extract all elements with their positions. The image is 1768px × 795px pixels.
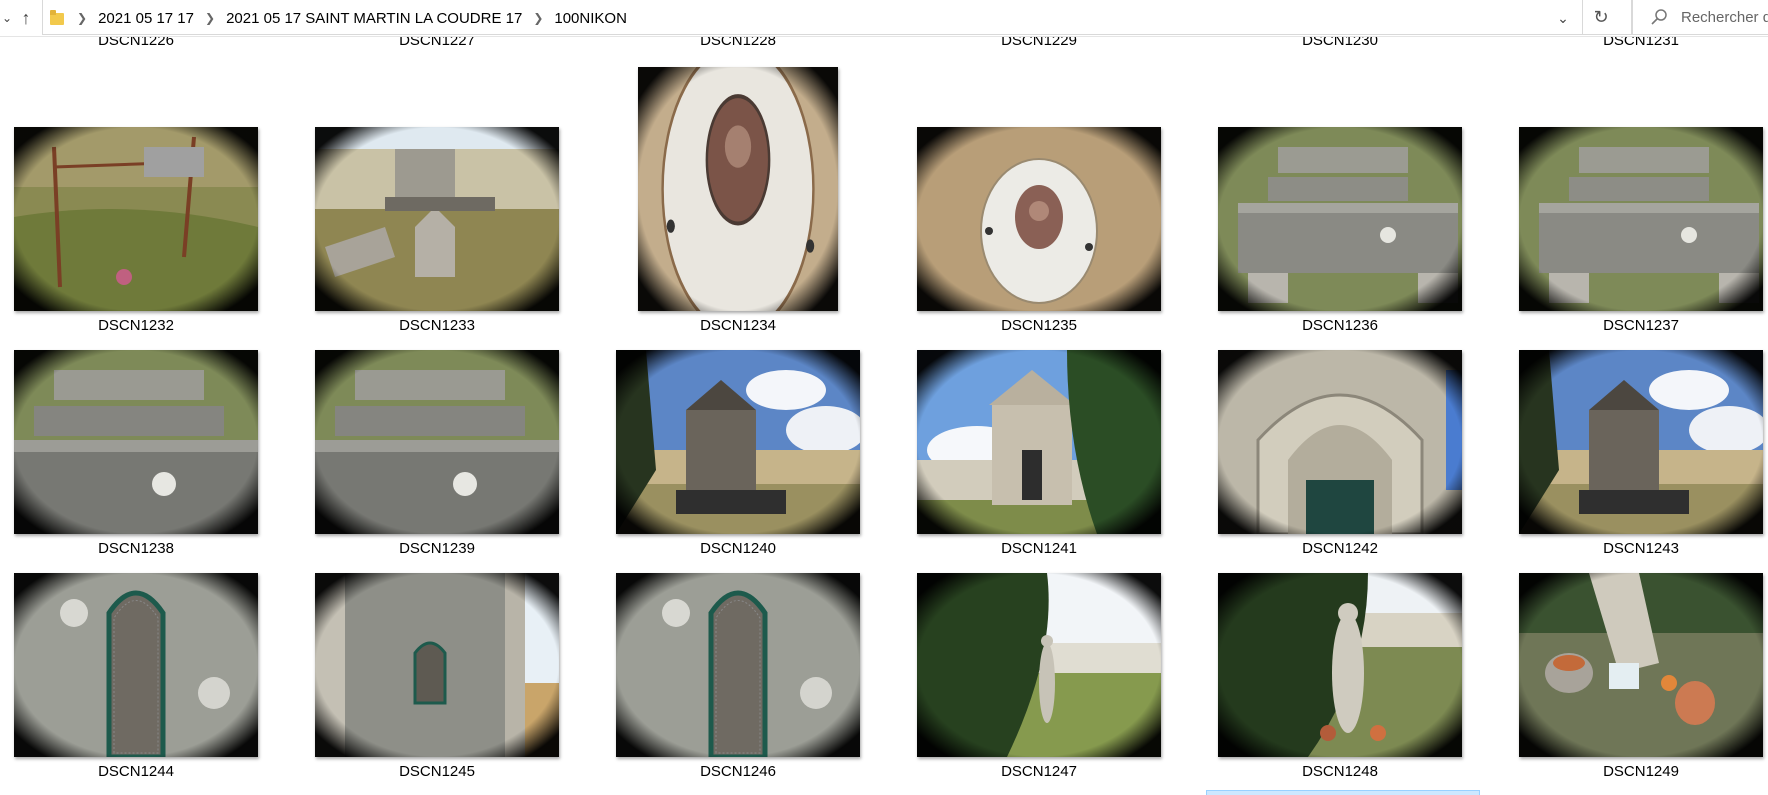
search-input[interactable] <box>1681 8 1768 26</box>
file-item[interactable]: DSCN1233 <box>315 127 575 343</box>
file-label[interactable]: DSCN1232 <box>14 317 258 334</box>
file-item[interactable]: DSCN1248 <box>1218 573 1478 789</box>
photo-thumbnail[interactable] <box>917 127 1161 311</box>
file-label[interactable]: DSCN1247 <box>917 763 1161 780</box>
folder-icon <box>50 10 64 26</box>
file-label: DSCN1226 <box>98 36 174 48</box>
file-item[interactable]: DSCN1235 <box>917 127 1177 343</box>
file-label[interactable]: DSCN1234 <box>616 317 860 334</box>
chevron-right-icon[interactable]: ❯ <box>77 11 87 25</box>
file-label[interactable]: DSCN1240 <box>616 540 860 557</box>
file-item[interactable]: DSCN1240 <box>616 350 876 566</box>
file-item[interactable]: DSCN1242 <box>1218 350 1478 566</box>
file-grid: DSCN1226 DSCN1227 DSCN1228 DSCN1229 DSCN1230… <box>0 36 1768 795</box>
breadcrumb-segment-date[interactable]: 2021 05 17 17 <box>96 10 196 27</box>
file-item[interactable]: DSCN1249 <box>1519 573 1768 789</box>
photo-thumbnail[interactable] <box>1519 350 1763 534</box>
file-item[interactable]: DSCN1239 <box>315 350 575 566</box>
chevron-right-icon[interactable]: ❯ <box>533 11 543 25</box>
file-label: DSCN1230 <box>1302 36 1378 48</box>
photo-thumbnail[interactable] <box>917 350 1161 534</box>
chevron-right-icon[interactable]: ❯ <box>205 11 215 25</box>
photo-thumbnail[interactable] <box>1519 573 1763 757</box>
file-item[interactable]: DSCN1234 <box>616 67 876 343</box>
selected-item-highlight[interactable] <box>1206 790 1480 795</box>
file-label[interactable]: DSCN1243 <box>1519 540 1763 557</box>
file-item[interactable]: DSCN1237 <box>1519 127 1768 343</box>
file-label: DSCN1229 <box>1001 36 1077 48</box>
breadcrumb-segment-folder[interactable]: 100NIKON <box>552 10 629 27</box>
refresh-icon[interactable]: ↻ <box>1582 0 1619 35</box>
photo-thumbnail[interactable] <box>1218 350 1462 534</box>
photo-thumbnail[interactable] <box>616 350 860 534</box>
breadcrumb: ❯ 2021 05 17 17 ❯ 2021 05 17 SAINT MARTI… <box>50 0 629 36</box>
photo-thumbnail[interactable] <box>315 350 559 534</box>
file-label[interactable]: DSCN1241 <box>917 540 1161 557</box>
file-label[interactable]: DSCN1248 <box>1218 763 1462 780</box>
address-dropdown-chevron-icon[interactable]: ⌄ <box>1548 0 1578 36</box>
photo-thumbnail[interactable] <box>14 573 258 757</box>
photo-thumbnail[interactable] <box>1218 127 1462 311</box>
file-item[interactable]: DSCN1247 <box>917 573 1177 789</box>
up-arrow-icon[interactable]: ↑ <box>14 0 38 36</box>
file-label[interactable]: DSCN1245 <box>315 763 559 780</box>
address-bar: ⌄ ↑ ❯ 2021 05 17 17 ❯ 2021 05 17 SAINT M… <box>0 0 1768 37</box>
file-item[interactable]: DSCN1243 <box>1519 350 1768 566</box>
file-label[interactable]: DSCN1235 <box>917 317 1161 334</box>
file-label: DSCN1227 <box>399 36 475 48</box>
file-item[interactable]: DSCN1238 <box>14 350 274 566</box>
photo-thumbnail[interactable] <box>917 573 1161 757</box>
breadcrumb-segment-place[interactable]: 2021 05 17 SAINT MARTIN LA COUDRE 17 <box>224 10 524 27</box>
file-label[interactable]: DSCN1236 <box>1218 317 1462 334</box>
file-label: DSCN1231 <box>1603 36 1679 48</box>
file-label[interactable]: DSCN1237 <box>1519 317 1763 334</box>
photo-thumbnail[interactable] <box>1519 127 1763 311</box>
search-box[interactable] <box>1632 0 1768 35</box>
file-label[interactable]: DSCN1242 <box>1218 540 1462 557</box>
photo-thumbnail[interactable] <box>1218 573 1462 757</box>
photo-thumbnail[interactable] <box>315 127 559 311</box>
photo-thumbnail[interactable] <box>14 127 258 311</box>
photo-thumbnail[interactable] <box>14 350 258 534</box>
file-item[interactable]: DSCN1246 <box>616 573 876 789</box>
file-item[interactable]: DSCN1236 <box>1218 127 1478 343</box>
file-label[interactable]: DSCN1238 <box>14 540 258 557</box>
photo-thumbnail[interactable] <box>315 573 559 757</box>
search-icon <box>1651 9 1667 25</box>
photo-thumbnail[interactable] <box>616 573 860 757</box>
file-label[interactable]: DSCN1244 <box>14 763 258 780</box>
file-item[interactable]: DSCN1232 <box>14 127 274 343</box>
file-item[interactable]: DSCN1241 <box>917 350 1177 566</box>
file-label[interactable]: DSCN1246 <box>616 763 860 780</box>
file-label[interactable]: DSCN1233 <box>315 317 559 334</box>
photo-thumbnail[interactable] <box>638 67 838 311</box>
file-item[interactable]: DSCN1245 <box>315 573 575 789</box>
file-label[interactable]: DSCN1239 <box>315 540 559 557</box>
recent-locations-chevron-icon[interactable]: ⌄ <box>0 0 14 36</box>
file-label[interactable]: DSCN1249 <box>1519 763 1763 780</box>
file-item[interactable]: DSCN1244 <box>14 573 274 789</box>
file-label: DSCN1228 <box>700 36 776 48</box>
